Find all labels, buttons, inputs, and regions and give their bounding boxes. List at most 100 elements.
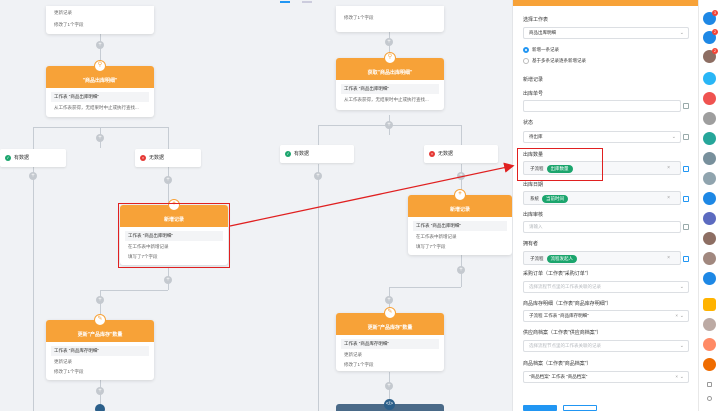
status-select[interactable]: 待出库 ⌄	[523, 131, 689, 143]
clear-icon[interactable]: ×	[667, 255, 670, 261]
update-stock-node[interactable]: ✎ 更新"产品库存"数量 工作表 "商品库存明细" 更新记录 修改了1个字段	[46, 314, 154, 380]
code-icon: </>	[384, 399, 395, 410]
chevron-down-icon: ⌄	[671, 134, 676, 140]
select-placeholder: 选择流程节点里的工作表关联的记录	[529, 343, 601, 348]
add-node-button[interactable]: +	[457, 172, 465, 180]
branch-label: 无数据	[149, 155, 165, 161]
app-icon[interactable]: 3	[703, 10, 718, 25]
section-title: 新增记录	[523, 77, 544, 83]
avatar[interactable]	[703, 212, 716, 225]
node-title: 获取"商品出库明细"	[367, 70, 413, 76]
clear-icon[interactable]: ×	[675, 311, 678, 321]
app-icon[interactable]	[703, 72, 716, 85]
insert-field-icon[interactable]	[683, 103, 689, 109]
chip-value: 流程发起人	[546, 255, 577, 263]
field-label: 出库单号	[523, 91, 544, 97]
add-record-node[interactable]: + 新增记录 工作表 "商品出库明细" 在工作表中新增记录 填写了7个字段	[408, 189, 512, 255]
branch-no-data[interactable]: × 无数据	[135, 149, 201, 167]
add-node-button[interactable]: +	[385, 296, 393, 304]
clear-icon[interactable]: ×	[675, 372, 678, 382]
chip-source: 系统	[530, 196, 539, 201]
add-node-button[interactable]: +	[96, 134, 104, 142]
branch-no-data[interactable]: × 无数据	[424, 145, 498, 163]
node-desc: 更新记录	[54, 359, 72, 364]
app-icon[interactable]: 2	[703, 48, 718, 63]
app-icon[interactable]	[703, 192, 716, 205]
add-node-button[interactable]: +	[164, 176, 172, 184]
purchase-order-select[interactable]: 选择流程节点里的工作表关联的记录 ⌄	[523, 281, 689, 293]
add-node-button[interactable]: +	[385, 38, 393, 46]
avatar[interactable]	[703, 232, 716, 245]
app-icon[interactable]	[703, 272, 716, 285]
radio-single[interactable]: 新增一条记录	[523, 47, 559, 53]
avatar[interactable]	[703, 358, 716, 371]
update-stock-node[interactable]: ✎ 更新"产品库存"数量 工作表 "商品库存明细" 更新记录 修改了1个字段	[336, 307, 444, 371]
update-record-node[interactable]: 更新记录 修改了1个字段	[46, 6, 154, 34]
app-icon[interactable]	[703, 298, 716, 311]
add-node-button[interactable]: +	[385, 382, 393, 390]
panel-header	[513, 0, 698, 6]
node-desc: 更新记录	[54, 10, 72, 15]
add-node-button[interactable]: +	[96, 387, 104, 395]
connector-line	[168, 127, 169, 149]
app-icon[interactable]	[703, 112, 716, 125]
field-label: 商品库存明细（工作表"商品库存明细"）	[523, 301, 612, 307]
branch-has-data[interactable]: ✓ 有数据	[0, 149, 66, 167]
avatar[interactable]	[703, 338, 716, 351]
app-icon[interactable]	[703, 92, 716, 105]
get-record-node[interactable]: ⚲ 获取"商品出库明细" 工作表 "商品出库明细" 从工作表获得，无结果时中止或…	[336, 52, 444, 110]
product-archive-select[interactable]: "商品档案" 工作表 "商品档案" × ⌄	[523, 371, 689, 383]
add-node-button[interactable]: +	[29, 172, 37, 180]
insert-field-icon[interactable]	[683, 224, 689, 230]
sheet-select[interactable]: 商品出库明细 ⌄	[523, 27, 689, 39]
branch-has-data[interactable]: ✓ 有数据	[280, 145, 354, 163]
app-icon[interactable]: 2	[703, 29, 718, 44]
chevron-down-icon: ⌄	[679, 313, 684, 319]
node-desc: 修改了1个字段	[54, 369, 84, 374]
workflow-canvas[interactable]: + + + + + + + + + + + + + + 更新记录 修改了1个字段…	[0, 0, 512, 411]
chevron-down-icon: ⌄	[679, 343, 684, 349]
update-record-node[interactable]: 修改了1个字段	[336, 6, 444, 32]
insert-field-icon[interactable]	[683, 134, 689, 140]
node-sheet: 工作表 "商品出库明细"	[51, 92, 149, 102]
settings-icon[interactable]	[707, 382, 712, 387]
node-header: ⚲ 获取"商品出库明细"	[336, 52, 444, 80]
add-node-button[interactable]: +	[385, 121, 393, 129]
connector-line	[33, 127, 34, 149]
save-button[interactable]	[523, 405, 557, 411]
insert-field-icon[interactable]	[683, 196, 689, 202]
field-label: 状态	[523, 120, 534, 126]
add-node-button[interactable]: +	[164, 276, 172, 284]
insert-field-icon[interactable]	[683, 256, 689, 262]
radio-multi[interactable]: 基于多条记录逐条新增记录	[523, 58, 586, 64]
get-record-node[interactable]: ⚲ "商品出库明细" 工作表 "商品出库明细" 从工作表获得，无结果时中止或执行…	[46, 60, 154, 117]
clear-icon[interactable]: ×	[667, 165, 670, 171]
app-icon[interactable]	[703, 132, 716, 145]
edit-icon: ✎	[384, 307, 396, 319]
app-icon[interactable]	[703, 172, 716, 185]
date-field[interactable]: 系统 当前时间 ×	[523, 191, 689, 205]
audit-input[interactable]: 请输入	[523, 221, 689, 233]
add-node-button[interactable]: +	[96, 41, 104, 49]
add-node-button[interactable]: +	[314, 172, 322, 180]
avatar[interactable]	[703, 318, 716, 331]
canvas-tabs	[276, 0, 316, 4]
add-node-button[interactable]: +	[457, 266, 465, 274]
insert-field-icon[interactable]	[683, 166, 689, 172]
app-icon[interactable]	[703, 152, 716, 165]
cancel-button[interactable]	[563, 405, 597, 411]
node-desc: 填写了7个字段	[416, 244, 446, 249]
help-icon[interactable]	[707, 396, 712, 401]
stock-detail-select[interactable]: 子流程 工作表 "商品库存明细" × ⌄	[523, 310, 689, 322]
add-node-button[interactable]: +	[96, 296, 104, 304]
check-icon: ✓	[285, 151, 291, 157]
node-sheet: 工作表 "商品出库明细"	[341, 84, 439, 94]
end-node[interactable]	[95, 404, 105, 411]
clear-icon[interactable]: ×	[667, 195, 670, 201]
supplier-select[interactable]: 选择流程节点里的工作表关联的记录 ⌄	[523, 340, 689, 352]
owner-field[interactable]: 子流程 流程发起人 ×	[523, 251, 689, 265]
node-title: 新增记录	[449, 207, 470, 213]
node-desc: 修改了1个字段	[344, 15, 374, 20]
avatar[interactable]	[703, 252, 716, 265]
order-no-input[interactable]	[523, 100, 689, 112]
